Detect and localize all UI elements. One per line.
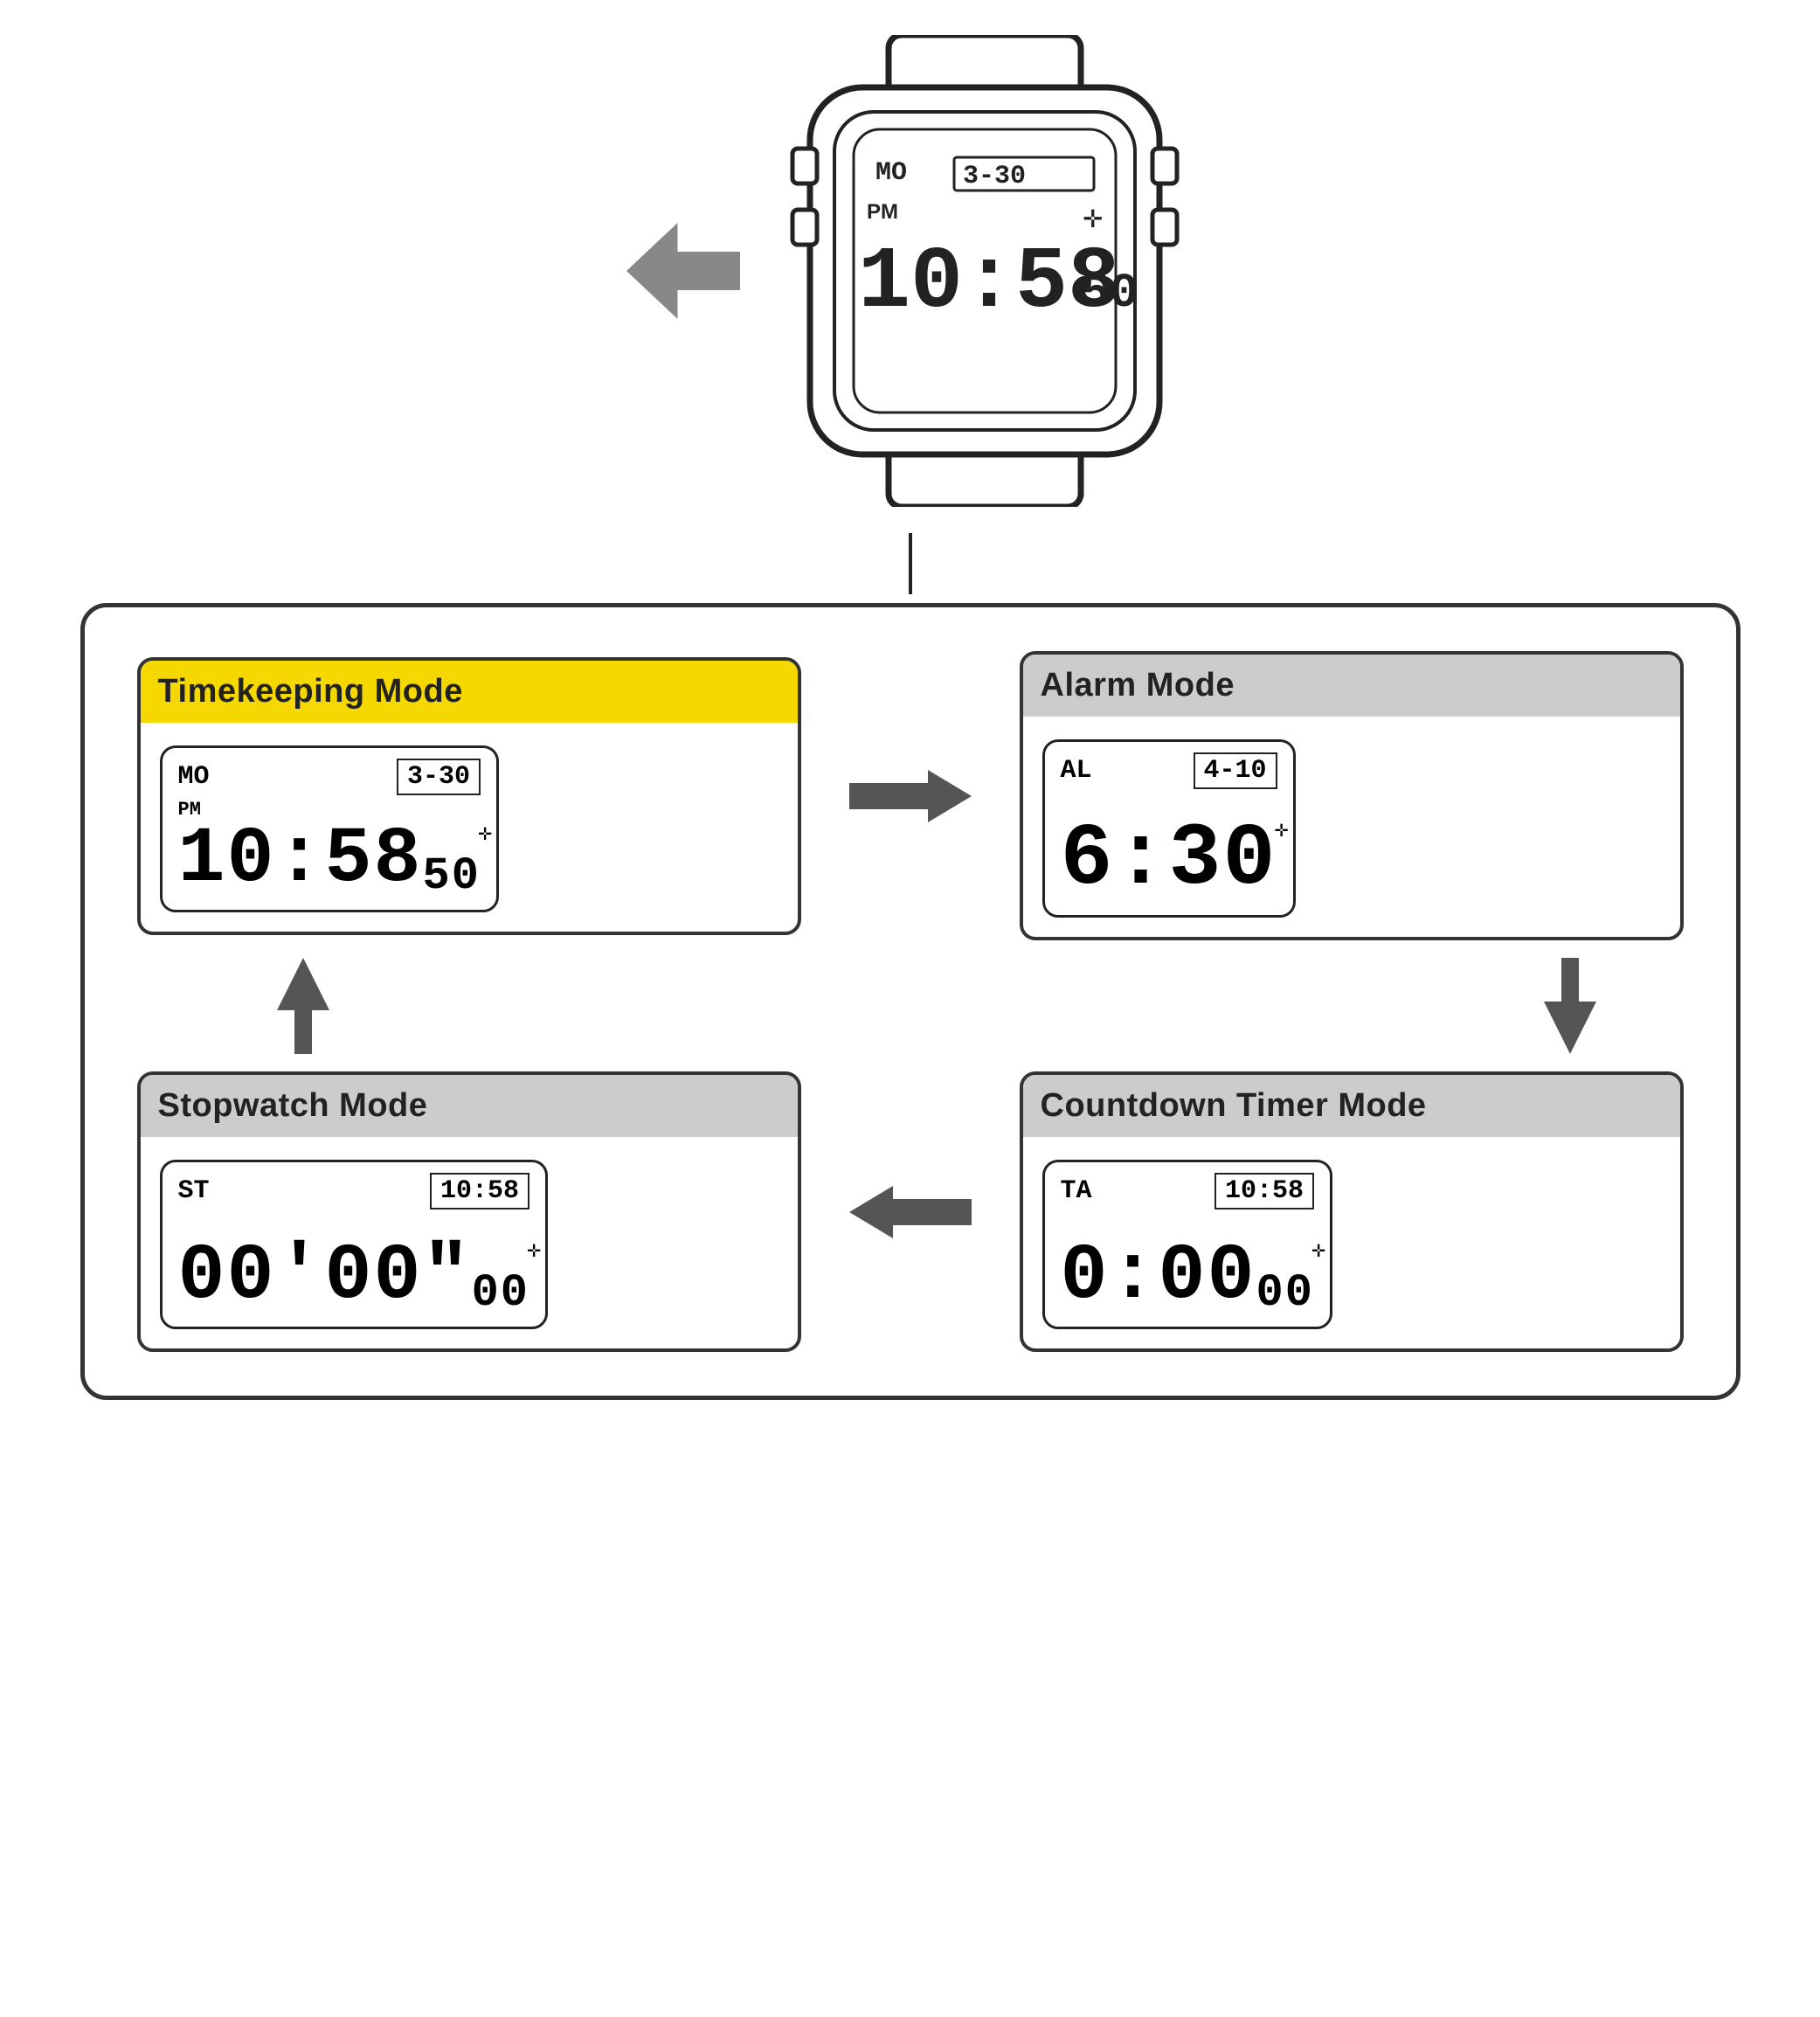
countdown-to-stopwatch-arrow [841,1186,980,1238]
watch-svg: MO 3-30 PM 10:58 50 ✛ [775,35,1194,507]
alarm-screen: AL 4-10 6:30 ✛ [1023,717,1680,937]
svg-text:✛: ✛ [1083,205,1103,232]
stopwatch-main-time: 00'00" 00 ✛ [178,1237,529,1316]
timekeeping-lcd: MO 3-30 PM 10:58 50 ✛ [160,745,499,912]
left-arrow-icon [626,223,740,319]
alarm-top-row: AL 4-10 [1061,752,1277,789]
timekeeping-mode-header: Timekeeping Mode [141,661,798,723]
watch-section: MO 3-30 PM 10:58 50 ✛ [626,35,1194,507]
alarm-mode-header: Alarm Mode [1023,655,1680,717]
up-arrow-svg [277,958,329,1054]
top-mode-row: Timekeeping Mode MO 3-30 PM 10:58 50 ✛ [137,651,1684,940]
svg-text:3-30: 3-30 [963,162,1026,191]
countdown-date: 10:58 [1214,1173,1314,1210]
countdown-compass-icon: ✛ [1311,1239,1327,1262]
stopwatch-compass-icon: ✛ [527,1239,543,1262]
stopwatch-label: ST [178,1176,210,1206]
svg-text:50: 50 [1081,266,1138,321]
timekeeping-screen: MO 3-30 PM 10:58 50 ✛ [141,723,798,932]
stopwatch-title: Stopwatch Mode [158,1087,428,1124]
connector [906,533,915,594]
stopwatch-lcd: ST 10:58 00'00" 00 ✛ [160,1160,548,1329]
timekeeping-seconds: 50 [423,854,481,899]
stopwatch-top-row: ST 10:58 [178,1173,529,1210]
left-arrow-svg [849,1186,972,1238]
countdown-mode-box: Countdown Timer Mode TA 10:58 0:00 00 ✛ [1020,1071,1684,1352]
alarm-compass-icon: ✛ [1275,819,1291,842]
right-arrow-svg [849,770,972,822]
connector-svg [906,533,915,594]
countdown-time: 0:00 [1061,1237,1256,1316]
timekeeping-main-time: 10:58 50 ✛ [178,821,481,899]
watch-diagram: MO 3-30 PM 10:58 50 ✛ [775,35,1194,507]
down-arrow-svg [1544,958,1596,1054]
alarm-date: 4-10 [1194,752,1277,789]
timekeeping-mode-box: Timekeeping Mode MO 3-30 PM 10:58 50 ✛ [137,657,801,935]
mode-diagram: Timekeeping Mode MO 3-30 PM 10:58 50 ✛ [80,603,1740,1400]
timekeeping-compass-icon: ✛ [478,822,494,845]
countdown-screen: TA 10:58 0:00 00 ✛ [1023,1137,1680,1348]
alarm-mode-box: Alarm Mode AL 4-10 6:30 ✛ [1020,651,1684,940]
timekeeping-to-alarm-arrow [841,770,980,822]
stopwatch-mode-header: Stopwatch Mode [141,1075,798,1137]
countdown-main-time: 0:00 00 ✛ [1061,1237,1314,1316]
middle-arrows [137,940,1684,1071]
timekeeping-label: MO [178,762,210,792]
countdown-lcd: TA 10:58 0:00 00 ✛ [1042,1160,1332,1329]
alarm-label: AL [1061,756,1092,786]
timekeeping-top-row: MO 3-30 [178,759,481,795]
stopwatch-time: 00'00" [178,1237,472,1316]
stopwatch-seconds: 00 [472,1271,529,1316]
timekeeping-date: 3-30 [397,759,481,795]
bottom-mode-row: Stopwatch Mode ST 10:58 00'00" 00 ✛ [137,1071,1684,1352]
countdown-label: TA [1061,1176,1092,1206]
alarm-main-time: 6:30 ✛ [1061,817,1277,905]
countdown-seconds: 00 [1256,1271,1314,1316]
countdown-mode-header: Countdown Timer Mode [1023,1075,1680,1137]
countdown-title: Countdown Timer Mode [1041,1087,1427,1124]
alarm-title: Alarm Mode [1041,667,1235,704]
alarm-lcd: AL 4-10 6:30 ✛ [1042,739,1296,918]
countdown-top-row: TA 10:58 [1061,1173,1314,1210]
svg-text:MO: MO [875,158,907,188]
stopwatch-screen: ST 10:58 00'00" 00 ✛ [141,1137,798,1348]
stopwatch-mode-box: Stopwatch Mode ST 10:58 00'00" 00 ✛ [137,1071,801,1352]
stopwatch-date: 10:58 [430,1173,529,1210]
alarm-time: 6:30 [1061,817,1277,905]
svg-text:PM: PM [867,200,898,224]
timekeeping-title: Timekeeping Mode [158,673,463,710]
timekeeping-time: 10:58 [178,821,423,899]
